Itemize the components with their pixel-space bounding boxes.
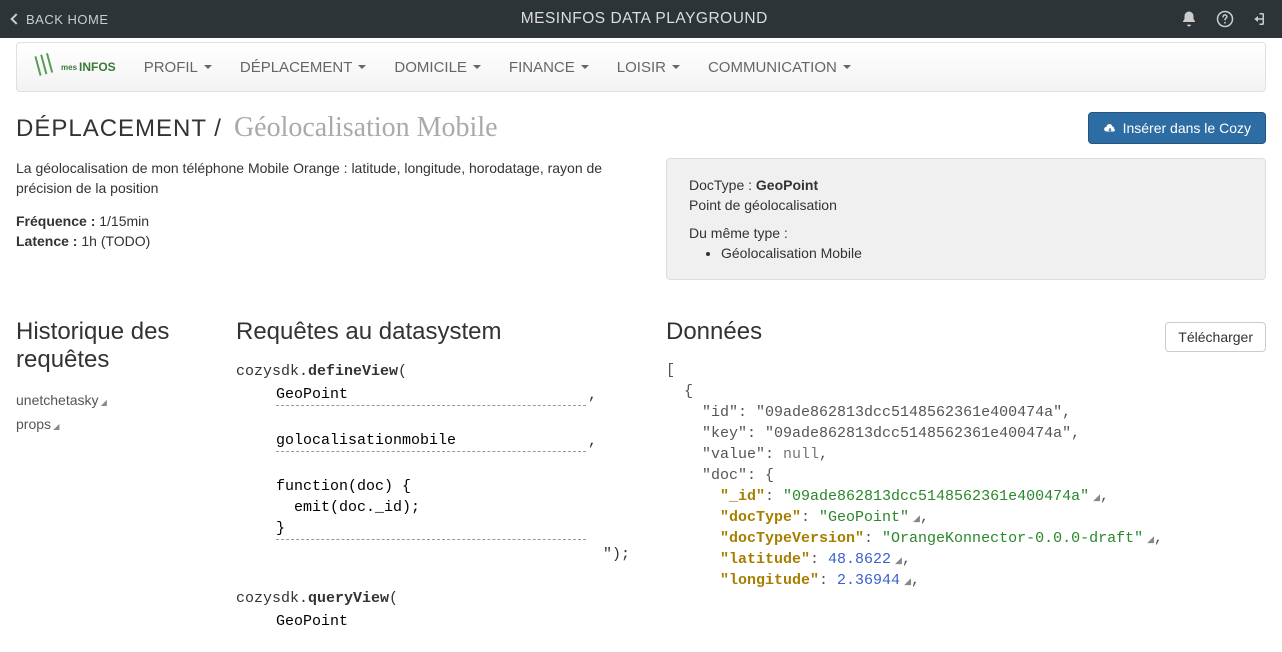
back-home-link[interactable]: BACK HOME <box>12 12 109 27</box>
chevron-left-icon <box>10 13 21 24</box>
logo-text: INFOS <box>79 60 116 74</box>
app-title: MESINFOS DATA PLAYGROUND <box>109 10 1180 28</box>
top-bar: BACK HOME MESINFOS DATA PLAYGROUND <box>0 0 1282 38</box>
json-viewer: [ { "id": "09ade862813dcc5148562361e4004… <box>666 360 1266 591</box>
doctype-line: DocType : GeoPoint <box>689 177 1243 193</box>
breadcrumb: DÉPLACEMENT / Géolocalisation Mobile <box>16 112 498 144</box>
insert-cozy-button[interactable]: Insérer dans le Cozy <box>1088 112 1266 144</box>
nav-loisir[interactable]: LOISIR <box>617 59 680 76</box>
resize-icon[interactable]: ◢ <box>913 514 920 524</box>
cloud-down-icon <box>1103 121 1117 135</box>
resize-icon[interactable]: ◢ <box>1093 493 1100 503</box>
breadcrumb-row: DÉPLACEMENT / Géolocalisation Mobile Ins… <box>16 112 1266 144</box>
caret-icon <box>843 65 851 69</box>
nav-domicile[interactable]: DOMICILE <box>394 59 481 76</box>
logo-icon <box>33 54 59 80</box>
resize-icon[interactable]: ◢ <box>904 577 911 587</box>
query-doctype-input[interactable] <box>276 611 586 632</box>
history-header: Historique des requêtes <box>16 318 206 374</box>
caret-icon <box>581 65 589 69</box>
frequency-line: Fréquence : 1/15min <box>16 213 636 229</box>
nav-bar: mesINFOS PROFIL DÉPLACEMENT DOMICILE FIN… <box>16 42 1266 92</box>
description-text: La géolocalisation de mon téléphone Mobi… <box>16 158 636 199</box>
requests-header: Requêtes au datasystem <box>236 318 636 346</box>
latency-line: Latence : 1h (TODO) <box>16 233 636 249</box>
doctype-well: DocType : GeoPoint Point de géolocalisat… <box>666 158 1266 280</box>
viewname-input[interactable] <box>276 430 586 452</box>
back-home-label: BACK HOME <box>26 12 109 27</box>
history-item[interactable]: unetchetasky <box>16 388 206 412</box>
close-paren: "); <box>236 543 636 567</box>
same-type-item[interactable]: Géolocalisation Mobile <box>721 245 1243 261</box>
nav-finance[interactable]: FINANCE <box>509 59 589 76</box>
logo[interactable]: mesINFOS <box>33 54 116 80</box>
caret-icon <box>358 65 366 69</box>
content: DÉPLACEMENT / Géolocalisation Mobile Ins… <box>0 92 1282 652</box>
same-type-label: Du même type : <box>689 225 1243 241</box>
nav-deplacement[interactable]: DÉPLACEMENT <box>240 59 367 76</box>
logout-icon[interactable] <box>1252 10 1270 28</box>
function-textarea[interactable]: function(doc) { emit(doc._id); } <box>276 476 586 540</box>
doctype-input[interactable] <box>276 384 586 406</box>
caret-icon <box>672 65 680 69</box>
nav-profil[interactable]: PROFIL <box>144 59 212 76</box>
help-icon[interactable] <box>1216 10 1234 28</box>
history-item[interactable]: props <box>16 412 206 436</box>
insert-cozy-label: Insérer dans le Cozy <box>1123 120 1251 136</box>
nav-communication[interactable]: COMMUNICATION <box>708 59 851 76</box>
doctype-desc: Point de géolocalisation <box>689 197 1243 213</box>
caret-icon <box>204 65 212 69</box>
breadcrumb-page: Géolocalisation Mobile <box>234 112 498 144</box>
bell-icon[interactable] <box>1180 10 1198 28</box>
breadcrumb-category: DÉPLACEMENT / <box>16 115 222 143</box>
download-button[interactable]: Télécharger <box>1165 322 1266 352</box>
caret-icon <box>473 65 481 69</box>
code-block: cozysdk.defineView( , , function(doc) { … <box>236 360 636 632</box>
resize-icon[interactable]: ◢ <box>895 556 902 566</box>
top-icons <box>1180 10 1270 28</box>
resize-icon[interactable]: ◢ <box>1147 535 1154 545</box>
